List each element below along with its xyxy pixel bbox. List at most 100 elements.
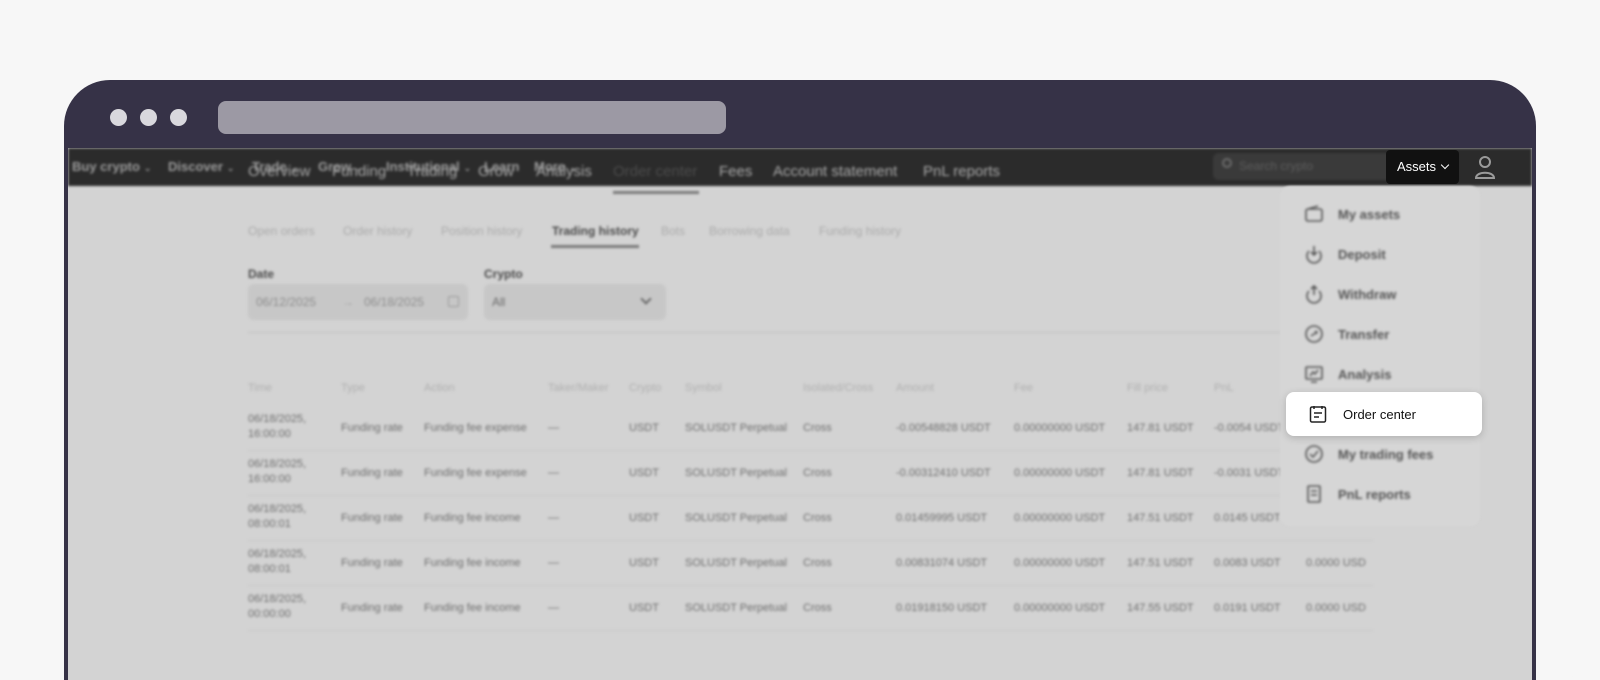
table-cell: — <box>548 467 559 479</box>
col-isolated-cross: Isolated/Cross <box>803 382 874 394</box>
tab-pnl-reports[interactable]: PnL reports <box>923 163 1000 180</box>
table-cell: -0.0031 USDT <box>1214 467 1285 479</box>
table-cell: 147.51 USDT <box>1127 512 1194 524</box>
table-cell: USDT <box>629 512 659 524</box>
withdraw-icon <box>1304 284 1324 304</box>
order-center-icon <box>1309 406 1327 423</box>
close-dot[interactable] <box>110 109 127 126</box>
crypto-label: Crypto <box>484 267 523 281</box>
menu-item-analysis[interactable]: Analysis <box>1304 362 1391 386</box>
table-cell: 0.0000 USD <box>1306 602 1366 614</box>
table-row[interactable]: 06/18/2025, 08:00:01 Funding rate Funding … <box>248 496 1373 541</box>
table-row[interactable]: 06/18/2025, 00:00:00 Funding rate Funding … <box>248 586 1373 631</box>
menu-item-deposit[interactable]: Deposit <box>1304 242 1386 266</box>
table-row[interactable]: 06/18/2025, 16:00:00 Funding rate Funding … <box>248 406 1373 451</box>
tab-overview[interactable]: Overview <box>248 163 311 180</box>
tab-grow[interactable]: Grow <box>478 163 514 180</box>
calendar-icon <box>448 296 459 307</box>
table-row[interactable]: 06/18/2025, 16:00:00 Funding rate Funding … <box>248 451 1373 496</box>
tab-account-statement[interactable]: Account statement <box>773 163 897 180</box>
col-crypto: Crypto <box>629 382 662 394</box>
transfer-icon <box>1304 324 1324 344</box>
table-cell: -0.00312410 USDT <box>896 467 991 479</box>
secondary-tab-indicator <box>551 245 639 248</box>
filter-divider <box>248 332 1373 333</box>
crypto-select-value: All <box>492 295 506 309</box>
wallet-icon <box>1304 204 1324 224</box>
subtab-position-history[interactable]: Position history <box>441 224 522 238</box>
menu-item-withdraw[interactable]: Withdraw <box>1304 282 1396 306</box>
table-cell: Funding fee income <box>424 602 521 614</box>
menu-item-my-assets[interactable]: My assets <box>1304 202 1400 226</box>
table-cell: Funding rate <box>341 602 403 614</box>
table-cell: 147.81 USDT <box>1127 422 1194 434</box>
table-cell: Funding rate <box>341 557 403 569</box>
table-cell: Funding fee expense <box>424 467 527 479</box>
table-cell: USDT <box>629 422 659 434</box>
address-bar[interactable] <box>218 101 726 134</box>
menu-item-transfer[interactable]: Transfer <box>1304 322 1389 346</box>
crypto-select[interactable]: All <box>484 284 666 320</box>
table-cell: USDT <box>629 467 659 479</box>
analysis-icon <box>1304 364 1324 384</box>
subtab-open-orders[interactable]: Open orders <box>248 224 315 238</box>
nav-discover[interactable]: Discover ⌄ <box>168 159 234 174</box>
menu-item-pnl-reports[interactable]: PnL reports <box>1304 482 1411 506</box>
tab-fees[interactable]: Fees <box>719 163 752 180</box>
subtab-trading-history[interactable]: Trading history <box>552 224 639 238</box>
table-cell: Funding rate <box>341 467 403 479</box>
table-cell: 0.01459995 USDT <box>896 512 988 524</box>
table-cell: 06/18/2025, 00:00:00 <box>248 593 307 620</box>
menu-item-order-center-label: Order center <box>1343 406 1416 422</box>
user-icon[interactable] <box>1473 154 1497 180</box>
table-cell: 0.00831074 USDT <box>896 557 988 569</box>
table-cell: 0.01918150 USDT <box>896 602 988 614</box>
tab-funding[interactable]: Funding <box>332 163 386 180</box>
primary-tab-indicator <box>613 191 699 194</box>
date-to: 06/18/2025 <box>364 295 425 309</box>
date-range-picker[interactable]: 06/12/2025 → 06/18/2025 <box>248 284 468 320</box>
window-controls <box>110 109 187 126</box>
table-cell: 0.00000000 USDT <box>1014 422 1106 434</box>
date-label: Date <box>248 267 275 281</box>
table-row[interactable]: 06/18/2025, 08:00:01 Funding rate Funding … <box>248 541 1373 586</box>
table-cell: SOLUSDT Perpetual <box>685 602 787 614</box>
maximize-dot[interactable] <box>170 109 187 126</box>
table-cell: — <box>548 602 559 614</box>
table-cell: 0.0145 USDT <box>1214 512 1281 524</box>
nav-buy-crypto[interactable]: Buy crypto ⌄ <box>72 159 151 174</box>
col-action: Action <box>424 382 455 394</box>
fees-icon <box>1304 444 1324 464</box>
tab-trading[interactable]: Trading <box>407 163 457 180</box>
tab-order-center[interactable]: Order center <box>613 163 697 180</box>
table-cell: 06/18/2025, 16:00:00 <box>248 458 307 485</box>
subtab-funding-history[interactable]: Funding history <box>819 224 901 238</box>
table-cell: 0.00000000 USDT <box>1014 467 1106 479</box>
tab-analysis[interactable]: Analysis <box>536 163 592 180</box>
search-input[interactable]: Search crypto <box>1213 153 1401 180</box>
col-fee: Fee <box>1014 382 1033 394</box>
table-cell: USDT <box>629 602 659 614</box>
assets-button[interactable]: Assets <box>1386 150 1459 184</box>
table-cell: Cross <box>803 557 832 569</box>
menu-item-order-center[interactable]: Order center <box>1286 392 1482 436</box>
subtab-order-history[interactable]: Order history <box>343 224 412 238</box>
table-cell: Funding fee income <box>424 512 521 524</box>
table-cell: Funding rate <box>341 512 403 524</box>
col-time: Time <box>248 382 273 394</box>
table-cell: SOLUSDT Perpetual <box>685 467 787 479</box>
table-cell: — <box>548 557 559 569</box>
table-cell: 06/18/2025, 16:00:00 <box>248 413 307 440</box>
col-symbol: Symbol <box>685 382 722 394</box>
table-cell: Cross <box>803 602 832 614</box>
minimize-dot[interactable] <box>140 109 157 126</box>
table-cell: SOLUSDT Perpetual <box>685 512 787 524</box>
table-cell: Funding fee income <box>424 557 521 569</box>
subtab-bots[interactable]: Bots <box>661 224 685 238</box>
subtab-borrowing-data[interactable]: Borrowing data <box>709 224 790 238</box>
col-type: Type <box>341 382 365 394</box>
table-cell: 0.0083 USDT <box>1214 557 1281 569</box>
table-cell: 147.55 USDT <box>1127 602 1194 614</box>
search-icon <box>1222 158 1232 168</box>
menu-item-my-trading-fees[interactable]: My trading fees <box>1304 442 1433 466</box>
